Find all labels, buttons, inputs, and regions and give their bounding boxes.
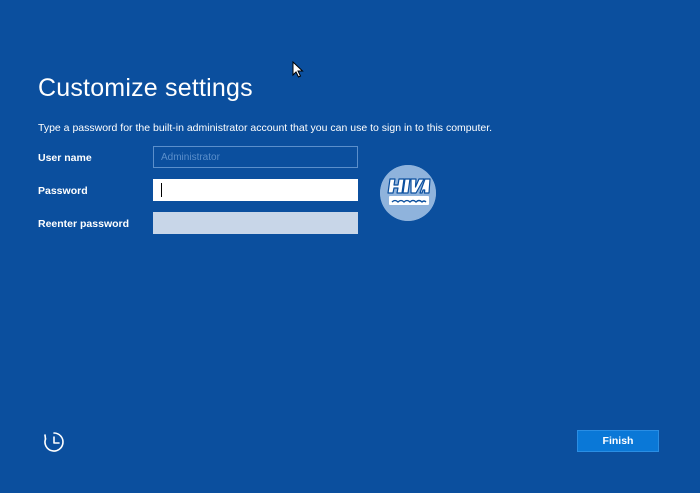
username-label: User name bbox=[38, 152, 92, 164]
ease-of-access-icon[interactable] bbox=[42, 430, 66, 454]
finish-button[interactable]: Finish bbox=[577, 430, 659, 452]
mouse-pointer-icon bbox=[292, 61, 304, 78]
password-label: Password bbox=[38, 185, 88, 197]
page-title: Customize settings bbox=[38, 74, 253, 102]
reenter-password-label: Reenter password bbox=[38, 218, 130, 230]
reenter-password-field[interactable] bbox=[153, 212, 358, 234]
password-field[interactable] bbox=[153, 179, 358, 201]
page-description: Type a password for the built-in adminis… bbox=[38, 122, 493, 134]
hiva-watermark-logo bbox=[380, 165, 436, 221]
text-cursor bbox=[161, 183, 162, 197]
username-field bbox=[153, 146, 358, 168]
